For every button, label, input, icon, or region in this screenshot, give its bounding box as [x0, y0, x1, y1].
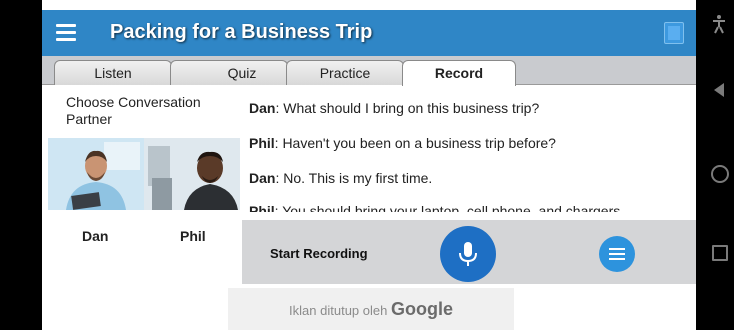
book-icon[interactable] [664, 22, 684, 44]
system-nav-bar [704, 0, 734, 330]
partner-photo-phil[interactable] [144, 138, 240, 210]
tab-quiz[interactable]: Quiz [170, 60, 288, 85]
back-icon[interactable] [714, 83, 724, 97]
transcript: Dan: What should I bring on this busines… [249, 86, 696, 212]
app-bar: Packing for a Business Trip [42, 10, 696, 56]
speaker-name: Phil [249, 203, 275, 212]
partner-panel: Choose Conversation Partner Dan Phil [42, 86, 240, 246]
speaker-name: Dan [249, 170, 276, 186]
microphone-icon [459, 242, 477, 266]
choose-partner-label: Choose Conversation Partner [66, 94, 201, 127]
hamburger-menu-icon[interactable] [56, 24, 76, 42]
ad-text: Iklan ditutup oleh [289, 303, 391, 318]
tab-record[interactable]: Record [402, 60, 516, 86]
line-text: : What should I bring on this business t… [275, 100, 540, 116]
list-button[interactable] [599, 236, 635, 272]
tab-bar: Listen Quiz Practice Record [42, 56, 696, 86]
tab-practice[interactable]: Practice [286, 60, 404, 85]
ad-brand: Google [390, 299, 453, 319]
transcript-line: Phil: You should bring your laptop, cell… [249, 203, 620, 212]
accessibility-icon[interactable] [712, 14, 726, 34]
home-icon[interactable] [711, 165, 729, 183]
speaker-name: Phil [249, 135, 275, 151]
start-recording-label[interactable]: Start Recording [270, 246, 368, 261]
partner-photo-dan[interactable] [48, 138, 144, 210]
line-text: : You should bring your laptop, cell pho… [274, 203, 621, 212]
line-text: : No. This is my first time. [275, 170, 433, 186]
recent-apps-icon[interactable] [712, 245, 728, 261]
microphone-button[interactable] [440, 226, 496, 282]
line-text: : Haven't you been on a business trip be… [274, 135, 556, 151]
transcript-line: Dan: What should I bring on this busines… [249, 100, 539, 116]
list-icon [609, 248, 625, 250]
transcript-line: Dan: No. This is my first time. [249, 170, 432, 186]
app-window: Packing for a Business Trip Listen Quiz … [42, 0, 696, 330]
speaker-name: Dan [249, 100, 276, 116]
page-title: Packing for a Business Trip [110, 21, 373, 43]
transcript-line: Phil: Haven't you been on a business tri… [249, 135, 556, 151]
partner-name-dan: Dan [82, 228, 109, 244]
partner-name-phil: Phil [180, 228, 206, 244]
recording-panel: Start Recording [242, 220, 696, 284]
tab-listen[interactable]: Listen [54, 60, 172, 85]
ad-banner: Iklan ditutup oleh Google [228, 288, 514, 330]
